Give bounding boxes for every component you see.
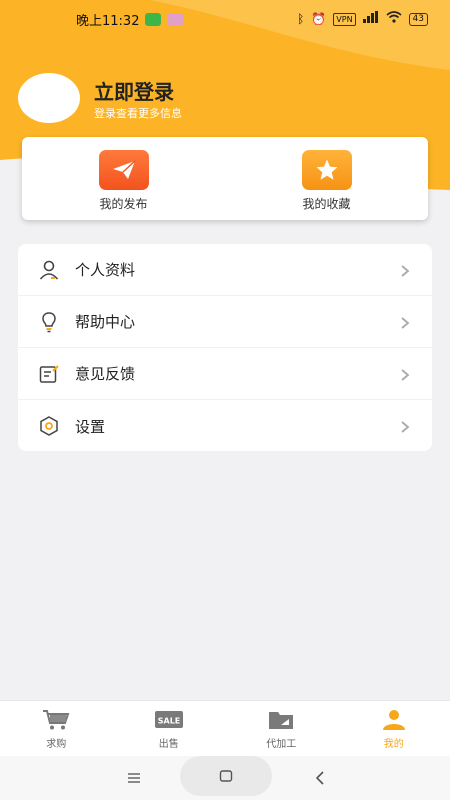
battery-icon: 43 [408, 12, 428, 26]
bluetooth-icon: ᛒ [297, 12, 305, 26]
menu-item-help[interactable]: 帮助中心 [18, 296, 432, 348]
home-icon [219, 767, 233, 786]
person-icon [38, 259, 60, 281]
tab-processing[interactable]: 代加工 [225, 701, 338, 756]
quick-actions-card: 我的发布 我的收藏 [22, 137, 428, 220]
star-icon [301, 150, 352, 190]
wechat-icon [145, 12, 162, 26]
tab-sell[interactable]: SALE 出售 [113, 701, 226, 756]
chevron-right-icon [400, 263, 410, 277]
wifi-icon [386, 11, 402, 27]
menu-item-label: 帮助中心 [75, 313, 136, 331]
menu-item-label: 设置 [75, 417, 106, 436]
user-icon [379, 708, 409, 732]
signal-icon [362, 11, 379, 27]
tab-label: 求购 [46, 739, 67, 750]
menu-item-profile[interactable]: 个人资料 [18, 244, 432, 296]
menu-item-feedback[interactable]: 意见反馈 [18, 348, 432, 400]
menu-icon[interactable] [124, 768, 144, 788]
menu-item-settings[interactable]: 设置 [18, 400, 432, 451]
sale-icon: SALE [154, 708, 184, 732]
tab-buy[interactable]: 求购 [0, 701, 113, 756]
tab-label: 出售 [158, 739, 179, 750]
tab-label: 代加工 [266, 739, 297, 750]
lightbulb-icon [38, 311, 60, 333]
home-button[interactable] [180, 756, 272, 796]
chevron-right-icon [400, 367, 410, 381]
folder-icon [266, 708, 296, 732]
vpn-icon: VPN [333, 12, 356, 26]
status-bar: 晚上11:32 ᛒ ⏰ VPN 43 [0, 0, 450, 38]
system-navigation-bar [0, 756, 450, 800]
status-time: 晚上11:32 [76, 13, 140, 29]
my-posts-label: 我的发布 [99, 197, 148, 211]
bottom-tab-bar: 求购 SALE 出售 代加工 我的 [0, 700, 450, 756]
svg-text:SALE: SALE [157, 717, 180, 726]
my-posts-button[interactable]: 我的发布 [22, 137, 225, 220]
my-favorites-button[interactable]: 我的收藏 [225, 137, 428, 220]
menu-item-label: 意见反馈 [75, 365, 136, 383]
paper-plane-icon [98, 150, 149, 190]
cart-icon [41, 708, 71, 732]
back-icon[interactable] [310, 768, 330, 788]
login-title[interactable]: 立即登录 [94, 76, 174, 105]
chevron-right-icon [400, 315, 410, 329]
avatar[interactable] [18, 73, 80, 123]
login-subtitle: 登录查看更多信息 [94, 107, 182, 120]
tab-label: 我的 [383, 739, 404, 750]
feedback-icon [38, 363, 60, 385]
chevron-right-icon [400, 419, 410, 433]
tab-mine[interactable]: 我的 [338, 701, 450, 756]
app-notification-icon [167, 12, 184, 26]
menu-item-label: 个人资料 [75, 261, 136, 279]
menu-list: 个人资料 帮助中心 意见反馈 设置 [18, 244, 432, 451]
alarm-icon: ⏰ [311, 12, 327, 26]
my-favorites-label: 我的收藏 [302, 197, 351, 211]
settings-icon [38, 415, 60, 437]
